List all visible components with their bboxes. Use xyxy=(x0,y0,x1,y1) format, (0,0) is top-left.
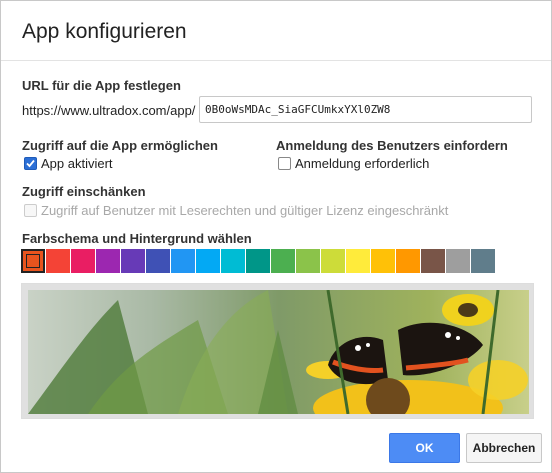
app-enabled-checkbox[interactable]: App aktiviert xyxy=(24,156,113,171)
color-swatch[interactable] xyxy=(346,249,370,273)
color-swatch[interactable] xyxy=(71,249,95,273)
color-swatch[interactable] xyxy=(421,249,445,273)
title-divider xyxy=(1,60,551,61)
configure-app-dialog: App konfigurieren URL für die App festle… xyxy=(0,0,552,473)
checkbox-disabled-icon xyxy=(24,204,37,217)
butterfly-background-image xyxy=(28,290,529,414)
login-required-checkbox[interactable]: Anmeldung erforderlich xyxy=(278,156,429,171)
color-swatch[interactable] xyxy=(446,249,470,273)
color-swatch[interactable] xyxy=(21,249,45,273)
color-swatch[interactable] xyxy=(271,249,295,273)
url-prefix: https://www.ultradox.com/app/ xyxy=(22,103,196,118)
color-swatch[interactable] xyxy=(321,249,345,273)
color-swatch[interactable] xyxy=(371,249,395,273)
color-swatch[interactable] xyxy=(471,249,495,273)
checkbox-unchecked-icon xyxy=(278,157,291,170)
color-swatch[interactable] xyxy=(96,249,120,273)
checkbox-checked-icon xyxy=(24,157,37,170)
url-heading: URL für die App festlegen xyxy=(22,78,181,93)
color-swatch[interactable] xyxy=(221,249,245,273)
color-swatch[interactable] xyxy=(296,249,320,273)
ok-button[interactable]: OK xyxy=(389,433,460,463)
scheme-heading: Farbschema und Hintergrund wählen xyxy=(22,231,252,246)
restrict-heading: Zugriff einschänken xyxy=(22,184,146,199)
cancel-button[interactable]: Abbrechen xyxy=(466,433,542,463)
app-url-input[interactable] xyxy=(199,96,532,123)
color-swatch[interactable] xyxy=(46,249,70,273)
app-enabled-label: App aktiviert xyxy=(41,156,113,171)
color-swatch[interactable] xyxy=(146,249,170,273)
color-swatch[interactable] xyxy=(121,249,145,273)
color-swatch[interactable] xyxy=(396,249,420,273)
restrict-access-checkbox[interactable]: Zugriff auf Benutzer mit Leserechten und… xyxy=(24,203,448,218)
color-swatch[interactable] xyxy=(171,249,195,273)
restrict-access-label: Zugriff auf Benutzer mit Leserechten und… xyxy=(41,203,449,218)
dialog-title: App konfigurieren xyxy=(22,20,187,43)
login-required-label: Anmeldung erforderlich xyxy=(295,156,430,171)
color-swatch-row xyxy=(21,249,495,273)
login-heading: Anmeldung des Benutzers einfordern xyxy=(276,138,508,153)
color-swatch[interactable] xyxy=(196,249,220,273)
access-heading: Zugriff auf die App ermöglichen xyxy=(22,138,218,153)
color-swatch[interactable] xyxy=(246,249,270,273)
background-preview[interactable] xyxy=(21,283,534,419)
